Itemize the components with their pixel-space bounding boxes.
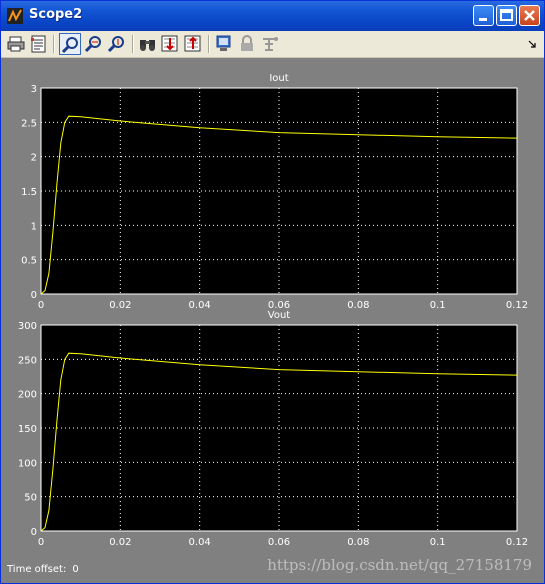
y-tick-label: 150: [18, 424, 37, 435]
toolbar-overflow-icon[interactable]: [527, 39, 537, 49]
close-icon: [524, 10, 535, 21]
x-tick-label: 0: [38, 537, 44, 548]
plot-title: Vout: [268, 310, 291, 321]
iout-axes[interactable]: Iout0 0.02 0.04 0.06 0.08 0.1 0.1200.511.522.5…: [21, 73, 528, 311]
toolbar-separator: [53, 35, 55, 53]
x-tick-label: 0.1: [430, 537, 446, 548]
signal-selector-icon: [263, 37, 278, 51]
lock-axes-icon: [241, 35, 253, 51]
x-tick-label: 0.06: [268, 537, 290, 548]
y-tick-label: 0: [31, 527, 37, 538]
vout-axes[interactable]: Vout 0 0.02 0.04 0.06 0.08 0.1 0.12 0 50 100 150 200…: [18, 310, 528, 548]
watermark-text: https://blog.csdn.net/qq_27158179: [267, 556, 532, 574]
y-tick-label: 1: [31, 221, 37, 232]
y-tick-label: 3: [31, 84, 37, 95]
x-tick-label: 0: [38, 300, 44, 311]
y-tick-label: 100: [18, 458, 37, 469]
parameters-icon: [31, 35, 46, 53]
x-tick-label: 0.02: [109, 537, 131, 548]
zoom-y-button[interactable]: [106, 33, 128, 55]
x-tick-label: 0.1: [430, 300, 446, 311]
time-offset: Time offset: 0: [7, 564, 79, 575]
window-title: Scope2: [29, 7, 83, 22]
save-axes-icon: [161, 35, 178, 52]
scope-window: Scope2 Iout 0 0.02 0.04 0.06 0.08 0.1 0.…: [0, 0, 545, 584]
x-tick-label: 0.08: [347, 537, 369, 548]
restore-axes-button[interactable]: [182, 33, 204, 55]
x-tick-label: 0.12: [506, 537, 528, 548]
scope-app-icon: [7, 8, 23, 24]
print-icon: [7, 36, 25, 52]
zoom-button[interactable]: [59, 33, 81, 55]
floating-scope-button[interactable]: [213, 33, 235, 55]
parameters-button[interactable]: [28, 33, 50, 55]
lock-axes-button[interactable]: [236, 33, 258, 55]
y-tick-label: 2: [31, 153, 37, 164]
title-bar[interactable]: Scope2: [1, 1, 544, 31]
x-tick-label: 0.04: [189, 537, 211, 548]
time-offset-value: 0: [72, 564, 79, 575]
zoom-x-icon: [85, 36, 101, 53]
print-button[interactable]: [5, 33, 27, 55]
floating-scope-icon: [216, 35, 231, 51]
maximize-icon: [500, 9, 513, 21]
minimize-button[interactable]: [473, 5, 494, 26]
y-tick-label: 200: [18, 390, 37, 401]
y-tick-label: 0: [31, 290, 37, 301]
close-button[interactable]: [519, 5, 540, 26]
minimize-icon: [479, 18, 487, 21]
y-tick-label: 2.5: [21, 118, 37, 129]
toolbar: [1, 31, 544, 58]
autoscale-icon: [140, 40, 155, 51]
y-tick-label: 250: [18, 355, 37, 366]
maximize-button[interactable]: [496, 5, 517, 26]
restore-axes-icon: [184, 35, 201, 52]
toolbar-separator: [132, 35, 134, 53]
time-offset-label: Time offset:: [7, 564, 67, 575]
x-tick-label: 0.02: [109, 300, 131, 311]
y-tick-label: 0.5: [21, 256, 37, 267]
plot-title: Iout: [269, 73, 288, 84]
save-axes-button[interactable]: [159, 33, 181, 55]
zoom-x-button[interactable]: [83, 33, 105, 55]
scope-plots: Iout 0 0.02 0.04 0.06 0.08 0.1 0.12 0 0.5 1 1.5 2 2.5…: [18, 73, 528, 548]
autoscale-button[interactable]: [137, 33, 159, 55]
zoom-icon: [62, 37, 78, 54]
zoom-y-icon: [108, 36, 124, 53]
y-tick-label: 300: [18, 321, 37, 332]
signal-selector-button[interactable]: [259, 33, 281, 55]
y-tick-label: 1.5: [21, 187, 37, 198]
toolbar-separator: [208, 35, 210, 53]
x-tick-label: 0.12: [506, 300, 528, 311]
y-tick-label: 50: [24, 493, 37, 504]
x-tick-label: 0.04: [189, 300, 211, 311]
x-tick-label: 0.08: [347, 300, 369, 311]
